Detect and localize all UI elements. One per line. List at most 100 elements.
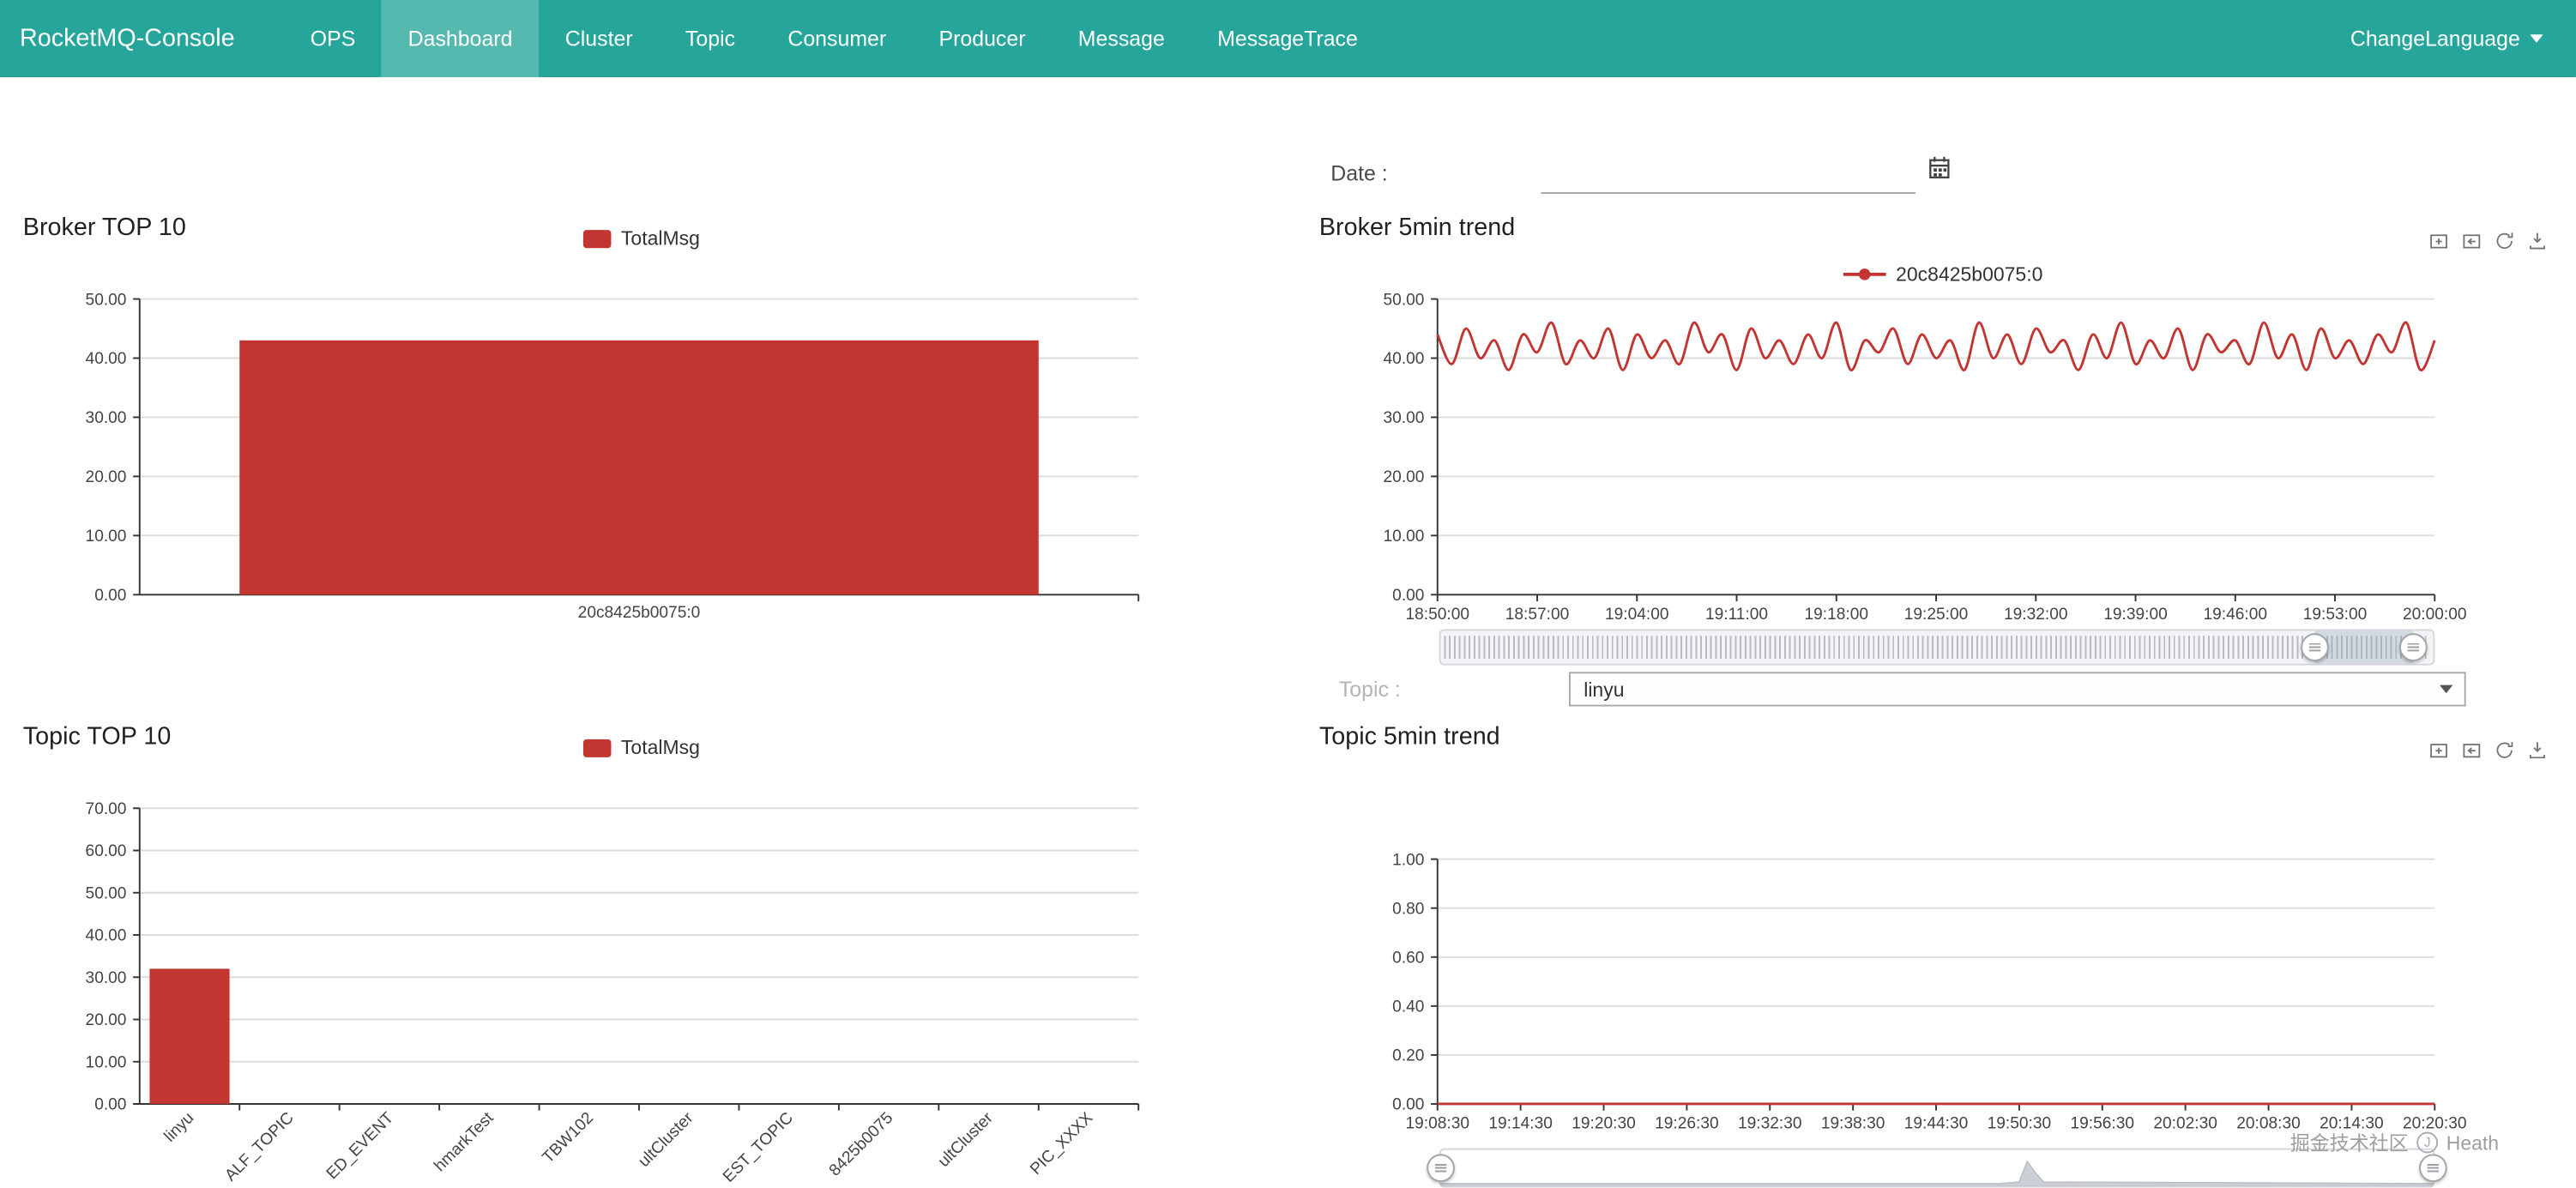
svg-text:0.00: 0.00 <box>94 587 126 605</box>
svg-text:19:38:30: 19:38:30 <box>1821 1115 1885 1133</box>
date-label: Date : <box>1330 161 1387 186</box>
svg-text:19:04:00: 19:04:00 <box>1605 606 1669 624</box>
date-input[interactable] <box>1541 151 1915 194</box>
svg-text:30.00: 30.00 <box>1384 409 1425 427</box>
svg-text:0.60: 0.60 <box>1392 949 1424 967</box>
brand-link[interactable]: RocketMQ-Console <box>0 0 257 77</box>
svg-text:18:50:00: 18:50:00 <box>1406 606 1470 624</box>
svg-text:19:26:30: 19:26:30 <box>1655 1115 1719 1133</box>
nav-item-cluster[interactable]: Cluster <box>539 0 659 77</box>
nav-item-messagetrace[interactable]: MessageTrace <box>1191 0 1384 77</box>
datazoom-shadow <box>1444 636 2429 659</box>
svg-text:ultCluster: ultCluster <box>935 1108 997 1170</box>
change-language-button[interactable]: ChangeLanguage <box>2318 0 2576 77</box>
svg-text:20c8425b0075:0: 20c8425b0075:0 <box>578 604 701 622</box>
svg-text:19:39:00: 19:39:00 <box>2103 606 2168 624</box>
svg-text:19:25:00: 19:25:00 <box>1904 606 1969 624</box>
nav-item-message[interactable]: Message <box>1052 0 1191 77</box>
svg-text:60.00: 60.00 <box>86 842 127 860</box>
svg-text:hmarkTest: hmarkTest <box>431 1108 498 1175</box>
svg-text:19:44:30: 19:44:30 <box>1904 1115 1969 1133</box>
save-as-image-icon[interactable] <box>2525 228 2550 253</box>
restore-icon[interactable] <box>2492 228 2517 253</box>
svg-text:0.80: 0.80 <box>1392 900 1424 918</box>
svg-text:ultCluster: ultCluster <box>635 1108 697 1170</box>
navbar: RocketMQ-Console OPSDashboardClusterTopi… <box>0 0 2576 77</box>
legend-label: TotalMsg <box>621 226 700 250</box>
broker-top10-legend[interactable]: TotalMsg <box>583 226 700 250</box>
caret-down-icon <box>2530 34 2543 43</box>
legend-marker-icon <box>583 739 612 757</box>
svg-text:50.00: 50.00 <box>86 884 127 902</box>
svg-text:50.00: 50.00 <box>86 291 127 309</box>
topic-top10-legend[interactable]: TotalMsg <box>583 736 700 759</box>
topic-trend-chart[interactable]: 0.000.200.400.600.801.0019:08:3019:14:30… <box>1298 838 2468 1143</box>
broker-top10-title: Broker TOP 10 <box>23 214 186 242</box>
svg-text:20:00:00: 20:00:00 <box>2403 606 2467 624</box>
nav-item-ops[interactable]: OPS <box>284 0 382 77</box>
topic-select-value: linyu <box>1584 678 1624 701</box>
juejin-logo-icon: J <box>2416 1132 2438 1154</box>
svg-text:TBW102: TBW102 <box>540 1109 598 1167</box>
nav-item-topic[interactable]: Topic <box>659 0 761 77</box>
zoom-reset-icon[interactable] <box>2459 228 2484 253</box>
datazoom-right-handle[interactable] <box>2399 633 2428 661</box>
broker-trend-chart[interactable]: 0.0010.0020.0030.0040.0050.0018:50:0018:… <box>1298 262 2468 640</box>
datazoom-left-handle[interactable] <box>1427 1154 1455 1182</box>
topic-label: Topic : <box>1339 677 1401 702</box>
watermark: 掘金技术社区 J Heath <box>2290 1129 2499 1157</box>
svg-text:30.00: 30.00 <box>86 969 127 987</box>
svg-text:70.00: 70.00 <box>86 800 127 818</box>
svg-text:10.00: 10.00 <box>86 528 127 546</box>
svg-text:20.00: 20.00 <box>86 1011 127 1029</box>
nav-item-dashboard[interactable]: Dashboard <box>382 0 539 77</box>
svg-text:40.00: 40.00 <box>86 350 127 368</box>
topic-trend-toolbox <box>2427 738 2550 763</box>
data-zoom-icon[interactable] <box>2427 228 2452 253</box>
topic-top10-chart[interactable]: 0.0010.0020.0030.0040.0050.0060.0070.00l… <box>0 788 1167 1187</box>
svg-text:40.00: 40.00 <box>1384 350 1425 368</box>
svg-text:8425b0075: 8425b0075 <box>826 1109 897 1180</box>
svg-text:19:20:30: 19:20:30 <box>1572 1115 1636 1133</box>
topic-select[interactable]: linyu <box>1569 672 2466 706</box>
datazoom-right-handle[interactable] <box>2419 1154 2447 1182</box>
svg-text:19:18:00: 19:18:00 <box>1805 606 1869 624</box>
calendar-icon[interactable] <box>1928 156 1950 187</box>
nav-item-producer[interactable]: Producer <box>913 0 1052 77</box>
svg-text:20.00: 20.00 <box>86 468 127 486</box>
broker-top10-chart[interactable]: 0.00 10.00 20.00 30.00 40.00 50.00 20c8425b007… <box>0 280 1167 633</box>
zoom-reset-icon[interactable] <box>2459 738 2484 763</box>
svg-text:ED_EVENT: ED_EVENT <box>323 1109 398 1184</box>
topic-trend-datazoom-slider[interactable] <box>1439 1149 2435 1188</box>
broker-trend-datazoom-slider[interactable] <box>1439 630 2435 666</box>
legend-marker-icon <box>583 229 612 247</box>
svg-text:1.00: 1.00 <box>1392 851 1424 869</box>
nav-item-consumer[interactable]: Consumer <box>762 0 913 77</box>
topic-top10-title: Topic TOP 10 <box>23 723 171 751</box>
svg-text:19:32:00: 19:32:00 <box>2004 606 2068 624</box>
svg-text:19:08:30: 19:08:30 <box>1406 1115 1470 1133</box>
nav-items: OPSDashboardClusterTopicConsumerProducer… <box>284 0 1384 77</box>
svg-text:19:11:00: 19:11:00 <box>1705 606 1768 624</box>
watermark-text-en: Heath <box>2446 1131 2499 1155</box>
datazoom-shadow <box>1441 1150 2434 1186</box>
svg-text:10.00: 10.00 <box>1384 528 1425 546</box>
broker-trend-toolbox <box>2427 228 2550 253</box>
watermark-text-cn: 掘金技术社区 <box>2290 1129 2409 1157</box>
svg-text:0.00: 0.00 <box>94 1096 126 1114</box>
svg-text:PIC_XXXX: PIC_XXXX <box>1027 1109 1096 1179</box>
svg-text:EST_TOPIC: EST_TOPIC <box>720 1109 797 1186</box>
svg-text:20.00: 20.00 <box>1384 468 1425 486</box>
data-zoom-icon[interactable] <box>2427 738 2452 763</box>
svg-text:19:32:30: 19:32:30 <box>1738 1115 1802 1133</box>
save-as-image-icon[interactable] <box>2525 738 2550 763</box>
svg-text:40.00: 40.00 <box>86 927 127 945</box>
restore-icon[interactable] <box>2492 738 2517 763</box>
datazoom-left-handle[interactable] <box>2300 633 2328 661</box>
svg-text:20:02:30: 20:02:30 <box>2153 1115 2217 1133</box>
svg-text:30.00: 30.00 <box>86 409 127 427</box>
svg-text:0.00: 0.00 <box>1392 587 1424 605</box>
datazoom-selection[interactable] <box>2314 630 2414 663</box>
svg-text:19:14:30: 19:14:30 <box>1488 1115 1553 1133</box>
change-language-label: ChangeLanguage <box>2350 27 2520 51</box>
